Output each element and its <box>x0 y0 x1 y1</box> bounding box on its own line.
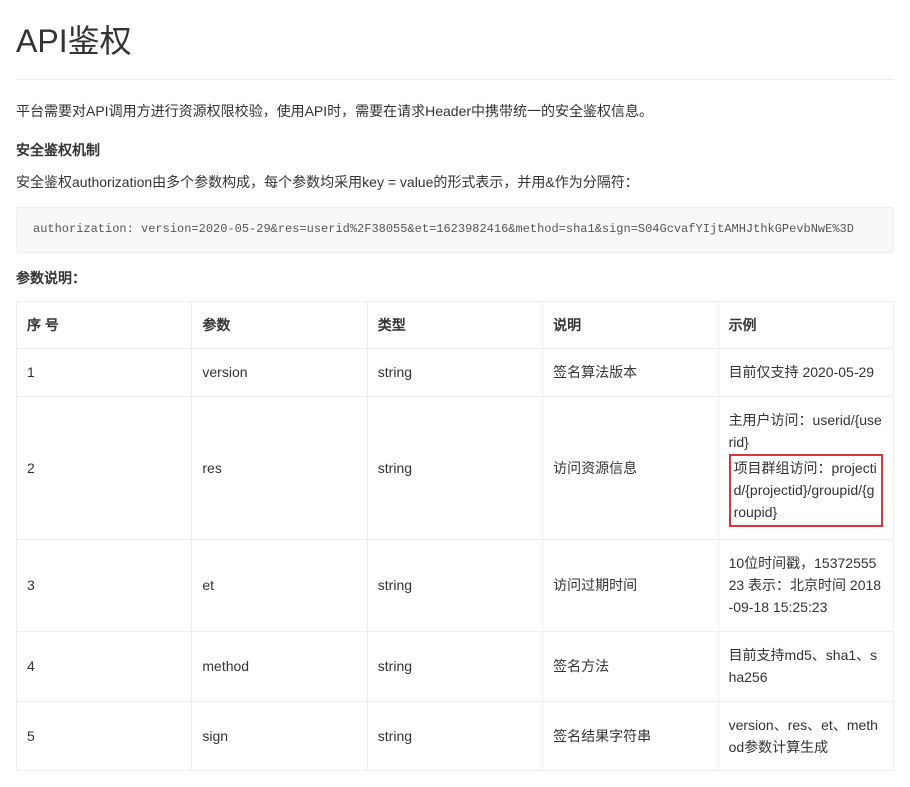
params-table: 序 号 参数 类型 说明 示例 1 version string 签名算法版本 … <box>16 301 894 771</box>
table-row: 2 res string 访问资源信息 主用户访问：userid/{userid… <box>17 396 894 539</box>
cell-param: et <box>192 539 367 631</box>
example-line2-highlighted: 项目群组访问：projectid/{projectid}/groupid/{gr… <box>729 454 883 527</box>
cell-seq: 3 <box>17 539 192 631</box>
cell-param: res <box>192 396 367 539</box>
table-header-row: 序 号 参数 类型 说明 示例 <box>17 301 894 348</box>
cell-seq: 1 <box>17 349 192 396</box>
cell-param: sign <box>192 701 367 771</box>
cell-type: string <box>367 701 542 771</box>
th-type: 类型 <box>367 301 542 348</box>
cell-seq: 5 <box>17 701 192 771</box>
th-seq: 序 号 <box>17 301 192 348</box>
cell-example-highlighted: 主用户访问：userid/{userid} 项目群组访问：projectid/{… <box>718 396 893 539</box>
cell-desc: 签名方法 <box>543 631 718 701</box>
th-desc: 说明 <box>543 301 718 348</box>
table-row: 4 method string 签名方法 目前支持md5、sha1、sha256 <box>17 631 894 701</box>
cell-example: version、res、et、method参数计算生成 <box>718 701 893 771</box>
cell-example: 10位时间戳，1537255523 表示：北京时间 2018-09-18 15:… <box>718 539 893 631</box>
page-title: API鉴权 <box>16 16 894 80</box>
cell-desc: 签名算法版本 <box>543 349 718 396</box>
cell-type: string <box>367 539 542 631</box>
example-line1: 主用户访问：userid/{userid} <box>729 412 882 450</box>
th-example: 示例 <box>718 301 893 348</box>
cell-desc: 访问资源信息 <box>543 396 718 539</box>
section-title: 安全鉴权机制 <box>16 139 894 161</box>
cell-type: string <box>367 396 542 539</box>
cell-desc: 访问过期时间 <box>543 539 718 631</box>
table-row: 1 version string 签名算法版本 目前仅支持 2020-05-29 <box>17 349 894 396</box>
cell-seq: 2 <box>17 396 192 539</box>
params-label: 参数说明： <box>16 267 894 289</box>
cell-seq: 4 <box>17 631 192 701</box>
table-row: 3 et string 访问过期时间 10位时间戳，1537255523 表示：… <box>17 539 894 631</box>
cell-type: string <box>367 349 542 396</box>
section-desc: 安全鉴权authorization由多个参数构成，每个参数均采用key = va… <box>16 171 894 193</box>
code-block: authorization: version=2020-05-29&res=us… <box>16 207 894 252</box>
cell-example: 目前仅支持 2020-05-29 <box>718 349 893 396</box>
cell-example: 目前支持md5、sha1、sha256 <box>718 631 893 701</box>
cell-param: version <box>192 349 367 396</box>
cell-desc: 签名结果字符串 <box>543 701 718 771</box>
cell-type: string <box>367 631 542 701</box>
th-param: 参数 <box>192 301 367 348</box>
intro-text: 平台需要对API调用方进行资源权限校验，使用API时，需要在请求Header中携… <box>16 100 894 122</box>
cell-param: method <box>192 631 367 701</box>
table-row: 5 sign string 签名结果字符串 version、res、et、met… <box>17 701 894 771</box>
